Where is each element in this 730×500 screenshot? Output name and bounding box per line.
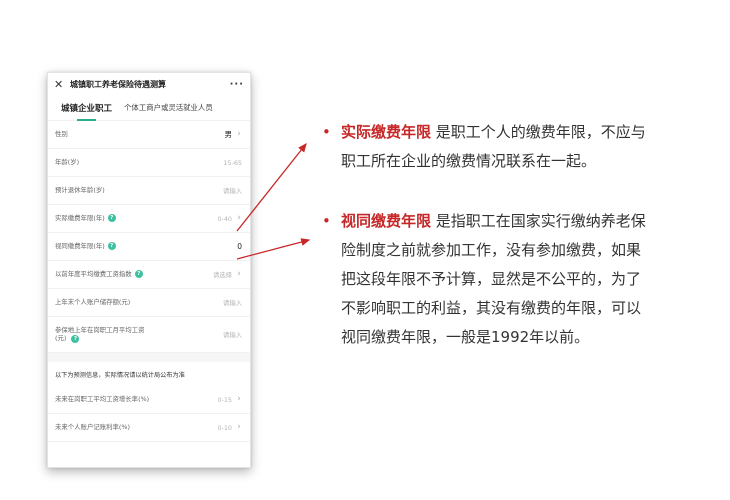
age-row[interactable]: 年龄(岁) 15-65 xyxy=(48,149,250,177)
bullet-line: 不影响职工的利益，其没有缴费的年限，可以 xyxy=(341,299,642,317)
retire-age-label: 预计退休年龄(岁) xyxy=(55,186,105,195)
wage-index-label: 以前年度平均缴费工资指数 ? xyxy=(55,270,213,279)
chevron-right-icon: › xyxy=(237,394,241,405)
chevron-right-icon: › xyxy=(237,213,241,223)
avg-wage-label-text: 参保地上年在岗职工月平均工资 (元) ? xyxy=(55,326,144,344)
forecast-note: 以下为预测信息，实际情况请以统计局公布为准 xyxy=(55,372,185,379)
wage-index-row[interactable]: 以前年度平均缴费工资指数 ? 请选择 › xyxy=(48,261,250,289)
deemed-years-label: 视同缴费年限(年) ? xyxy=(55,242,237,251)
bullet-line: 把这段年限不予计算，显然是不公平的，为了 xyxy=(341,270,642,288)
bullet-line: 职工所在企业的缴费情况联系在一起。 xyxy=(341,152,597,170)
age-label: 年龄(岁) xyxy=(55,158,80,167)
app-title: 城镇职工养老保险待遇测算 xyxy=(70,79,166,89)
wage-index-select[interactable]: 请选择 xyxy=(213,270,232,279)
chevron-right-icon: › xyxy=(237,129,241,139)
account-balance-input[interactable]: 请输入 xyxy=(223,298,242,307)
bullet-text: 是职工个人的缴费年限，不应与 xyxy=(431,123,646,141)
retire-age-input[interactable]: 请输入 xyxy=(223,186,242,195)
wage-index-label-text: 以前年度平均缴费工资指数 xyxy=(55,270,132,279)
gender-value: 男 xyxy=(224,130,233,139)
bullet-line: 实际缴费年限 是职工个人的缴费年限，不应与 xyxy=(341,118,700,147)
avg-wage-input[interactable]: 请输入 xyxy=(223,330,242,339)
account-balance-label: 上年末个人账户储存额(元) xyxy=(55,298,131,307)
age-input[interactable]: 15-65 xyxy=(223,159,242,167)
bullet-icon: • xyxy=(322,212,331,230)
wage-growth-label: 未来在岗职工平均工资增长率(%) xyxy=(55,395,150,404)
gender-row[interactable]: 性别 男 › xyxy=(48,121,250,149)
actual-years-input[interactable]: 0-40 xyxy=(217,215,232,223)
retire-age-row[interactable]: 预计退休年龄(岁) 请输入 xyxy=(48,177,250,205)
actual-years-label: 实际缴费年限(年) ? xyxy=(55,214,217,223)
help-icon[interactable]: ? xyxy=(71,335,80,344)
actual-years-row[interactable]: 实际缴费年限(年) ? 0-40 › xyxy=(48,205,250,233)
bullet-line: 视同缴费年限，一般是1992年以前。 xyxy=(341,328,590,346)
avg-wage-label: 参保地上年在岗职工月平均工资 (元) ? xyxy=(55,326,223,344)
avg-wage-label-line2: (元) xyxy=(55,334,67,343)
term-actual-years: 实际缴费年限 xyxy=(341,123,432,141)
account-balance-row[interactable]: 上年末个人账户储存额(元) 请输入 xyxy=(48,289,250,317)
bullet-line: 视同缴费年限 是指职工在国家实行缴纳养老保 xyxy=(341,207,700,236)
account-interest-label: 未来个人账户记账利率(%) xyxy=(55,423,130,432)
tab-enterprise-employee[interactable]: 城镇企业职工 xyxy=(61,102,112,121)
avg-wage-label-line1: 参保地上年在岗职工月平均工资 xyxy=(55,325,145,334)
deemed-years-row[interactable]: 视同缴费年限(年) ? 0 xyxy=(48,233,250,261)
bullet-text: 是指职工在国家实行缴纳养老保 xyxy=(431,212,646,230)
deemed-years-input[interactable]: 0 xyxy=(237,242,242,251)
deemed-years-label-text: 视同缴费年限(年) xyxy=(55,242,105,251)
help-icon[interactable]: ? xyxy=(107,242,116,251)
wage-growth-input[interactable]: 0-15 xyxy=(217,396,232,404)
title-bar: ✕ 城镇职工养老保险待遇测算 ··· xyxy=(48,73,250,95)
bullet-deemed-years: • 视同缴费年限 是指职工在国家实行缴纳养老保 险制度之前就参加工作，没有参加缴… xyxy=(320,207,700,352)
section-divider xyxy=(48,353,250,362)
help-icon[interactable]: ? xyxy=(107,214,116,223)
more-icon[interactable]: ··· xyxy=(230,79,244,90)
bullet-icon: • xyxy=(322,123,331,141)
term-deemed-years: 视同缴费年限 xyxy=(341,212,432,230)
wage-growth-row[interactable]: 未来在岗职工平均工资增长率(%) 0-15 › xyxy=(48,386,250,415)
close-icon[interactable]: ✕ xyxy=(54,79,66,90)
chevron-right-icon: › xyxy=(237,269,241,279)
explanation-list: • 实际缴费年限 是职工个人的缴费年限，不应与 职工所在企业的缴费情况联系在一起… xyxy=(320,118,700,352)
actual-years-label-text: 实际缴费年限(年) xyxy=(55,214,105,223)
chevron-right-icon: › xyxy=(237,422,241,433)
tab-bar: 城镇企业职工 个体工商户或灵活就业人员 xyxy=(48,95,250,121)
bullet-line: 险制度之前就参加工作，没有参加缴费，如果 xyxy=(341,241,642,259)
gender-label: 性别 xyxy=(55,130,68,139)
account-interest-input[interactable]: 0-10 xyxy=(217,424,232,432)
bullet-actual-years: • 实际缴费年限 是职工个人的缴费年限，不应与 职工所在企业的缴费情况联系在一起… xyxy=(320,118,700,176)
tab-self-employed[interactable]: 个体工商户或灵活就业人员 xyxy=(124,102,213,113)
help-icon[interactable]: ? xyxy=(134,270,143,279)
account-interest-row[interactable]: 未来个人账户记账利率(%) 0-10 › xyxy=(48,414,250,443)
calculator-panel: ✕ 城镇职工养老保险待遇测算 ··· 城镇企业职工 个体工商户或灵活就业人员 性… xyxy=(47,72,251,468)
avg-wage-row[interactable]: 参保地上年在岗职工月平均工资 (元) ? 请输入 xyxy=(48,317,250,353)
